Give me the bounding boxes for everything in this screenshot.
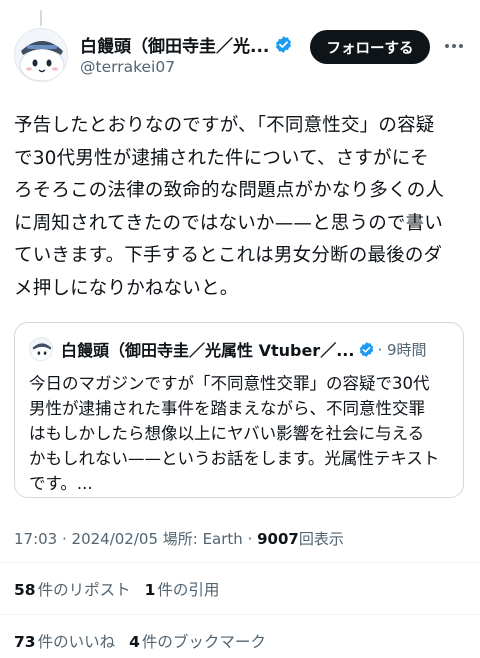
like-count: 73 [14,633,36,651]
repost-stats-row: 58 件のリポスト 1 件の引用 [14,578,219,600]
quote-count: 1 [144,581,156,599]
likes-link[interactable]: 73 件のいいね [14,633,115,651]
quoted-timestamp: · 9時間 [377,340,427,359]
avatar[interactable] [14,28,68,82]
like-label: 件のいいね [37,633,116,651]
tweet-metadata: 17:03 · 2024/02/05 場所: Earth · 9007回表示 [14,528,344,549]
tweet-header: 白饅頭（御田寺圭／光... @terrakei07 フォローする [14,28,466,84]
quote-label: 件の引用 [157,581,220,599]
likes-stats-row: 73 件のいいね 4 件のブックマーク [14,630,266,652]
more-options-icon[interactable] [442,34,466,58]
follow-button[interactable]: フォローする [310,30,430,64]
avatar-mascot-icon [15,29,67,81]
quoted-avatar [29,337,53,361]
quotes-link[interactable]: 1 件の引用 [145,581,220,599]
quoted-author-name: 白饅頭（御田寺圭／光属性 Vtuber／... [61,341,355,360]
bookmarks-link[interactable]: 4 件のブックマーク [129,633,266,651]
quoted-avatar-mascot-icon [30,338,52,360]
view-count-label: 回表示 [298,530,344,548]
quoted-tweet-card[interactable]: 白饅頭（御田寺圭／光属性 Vtuber／... · 9時間 今日のマガジンですが… [14,322,464,498]
bookmark-count: 4 [129,633,140,651]
author-handle[interactable]: @terrakei07 [80,58,175,76]
author-display-name[interactable]: 白饅頭（御田寺圭／光... [80,32,269,57]
view-count: 9007 [257,530,299,548]
divider [0,614,480,615]
tweet-body-text: 予告したとおりなのですが、「不同意性交」の容疑 で30代男性が逮捕された件につい… [14,115,445,299]
verified-badge-icon [276,36,292,53]
quoted-tweet-header: 白饅頭（御田寺圭／光属性 Vtuber／... · 9時間 [29,337,427,361]
author-name-row[interactable]: 白饅頭（御田寺圭／光... [80,32,293,57]
reposts-link[interactable]: 58 件のリポスト [14,581,131,599]
tweet-time-location[interactable]: 17:03 · 2024/02/05 場所: Earth · [14,530,257,548]
repost-label: 件のリポスト [37,581,131,599]
quoted-verified-badge-icon [360,341,374,357]
quoted-tweet-text: 今日のマガジンですが「不同意性交罪」の容疑で30代 男性が逮捕された事件を踏まえ… [29,374,440,493]
thread-connector-line [40,10,42,26]
bookmark-label: 件のブックマーク [141,633,266,651]
divider [0,562,480,563]
repost-count: 58 [14,581,36,599]
